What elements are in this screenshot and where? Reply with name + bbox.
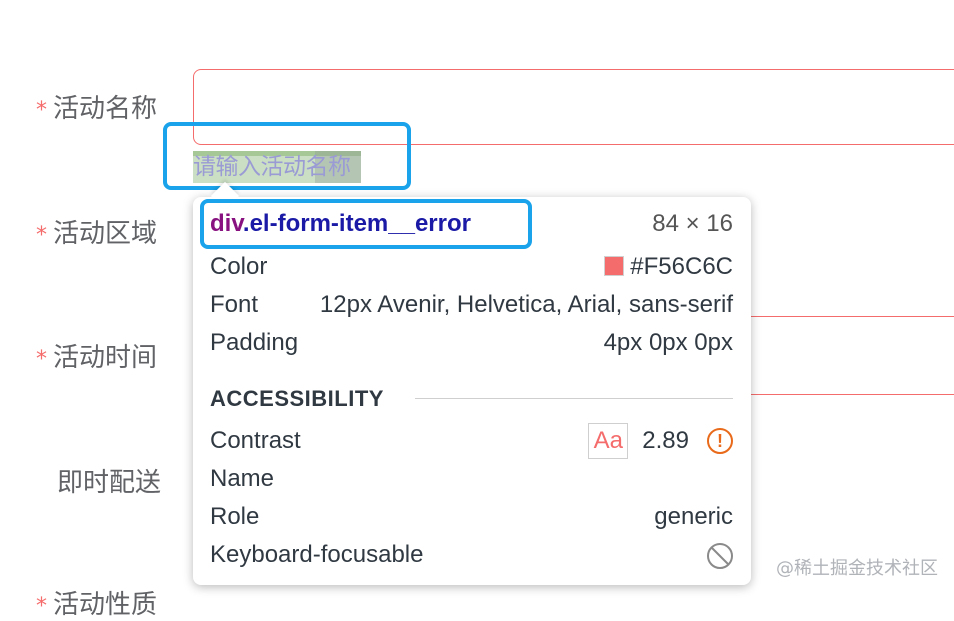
required-asterisk: * [36,98,47,123]
contrast-ratio: 2.89 [642,427,689,454]
accessibility-title: ACCESSIBILITY [210,386,384,411]
annotation-box-error [163,122,411,190]
contrast-label: Contrast [210,427,301,454]
element-dimensions: 84 × 16 [652,210,733,237]
required-asterisk: * [36,347,47,372]
required-asterisk: * [36,223,47,248]
contrast-row: Contrast Aa 2.89! [210,423,733,459]
watermark: @稀土掘金技术社区 [776,558,938,579]
keyboard-focusable-label: Keyboard-focusable [210,541,424,568]
color-hex: #F56C6C [630,253,733,280]
name-label: Name [210,465,275,492]
inspector-tooltip: div.el-form-item__error 84 × 16 Color #F… [193,181,751,585]
inspector-font-row: Font 12px Avenir, Helvetica, Arial, sans… [210,289,733,321]
label-text: 活动性质 [53,590,158,620]
warning-icon: ! [707,428,733,454]
accessibility-header: ACCESSIBILITY [210,383,733,415]
form-label-activity-name: * 活动名称 [36,88,157,125]
not-focusable-icon [707,542,733,569]
form-label-activity-region: * 活动区域 [36,213,157,250]
contrast-sample: Aa [588,423,629,459]
form-label-activity-time: * 活动时间 [36,337,157,374]
font-label: Font [210,291,259,318]
label-text: 活动区域 [53,219,158,249]
form-label-instant-delivery: 即时配送 [57,462,161,499]
role-row: Role generic [210,501,733,533]
region-select-border[interactable] [751,316,954,317]
inspector-color-row: Color #F56C6C [210,251,733,283]
label-text: 活动名称 [53,94,158,124]
required-asterisk: * [36,594,47,619]
role-label: Role [210,503,260,530]
font-value: 12px Avenir, Helvetica, Arial, sans-seri… [319,291,733,318]
color-swatch [604,256,625,276]
annotation-box-selector [200,199,532,249]
padding-label: Padding [210,329,299,356]
keyboard-focusable-value [707,539,733,571]
role-value: generic [654,503,733,530]
color-label: Color [210,253,268,280]
label-text: 即时配送 [57,468,162,498]
label-text: 活动时间 [53,343,158,373]
contrast-value-group: Aa 2.89! [588,423,733,459]
keyboard-focusable-row: Keyboard-focusable [210,539,733,571]
accessibility-divider [415,398,733,399]
padding-value: 4px 0px 0px [603,329,733,356]
color-value: #F56C6C [604,251,733,283]
time-picker-border[interactable] [751,394,954,395]
name-row: Name [210,463,733,495]
inspector-padding-row: Padding 4px 0px 0px [210,327,733,359]
form-label-activity-nature: * 活动性质 [36,584,157,621]
